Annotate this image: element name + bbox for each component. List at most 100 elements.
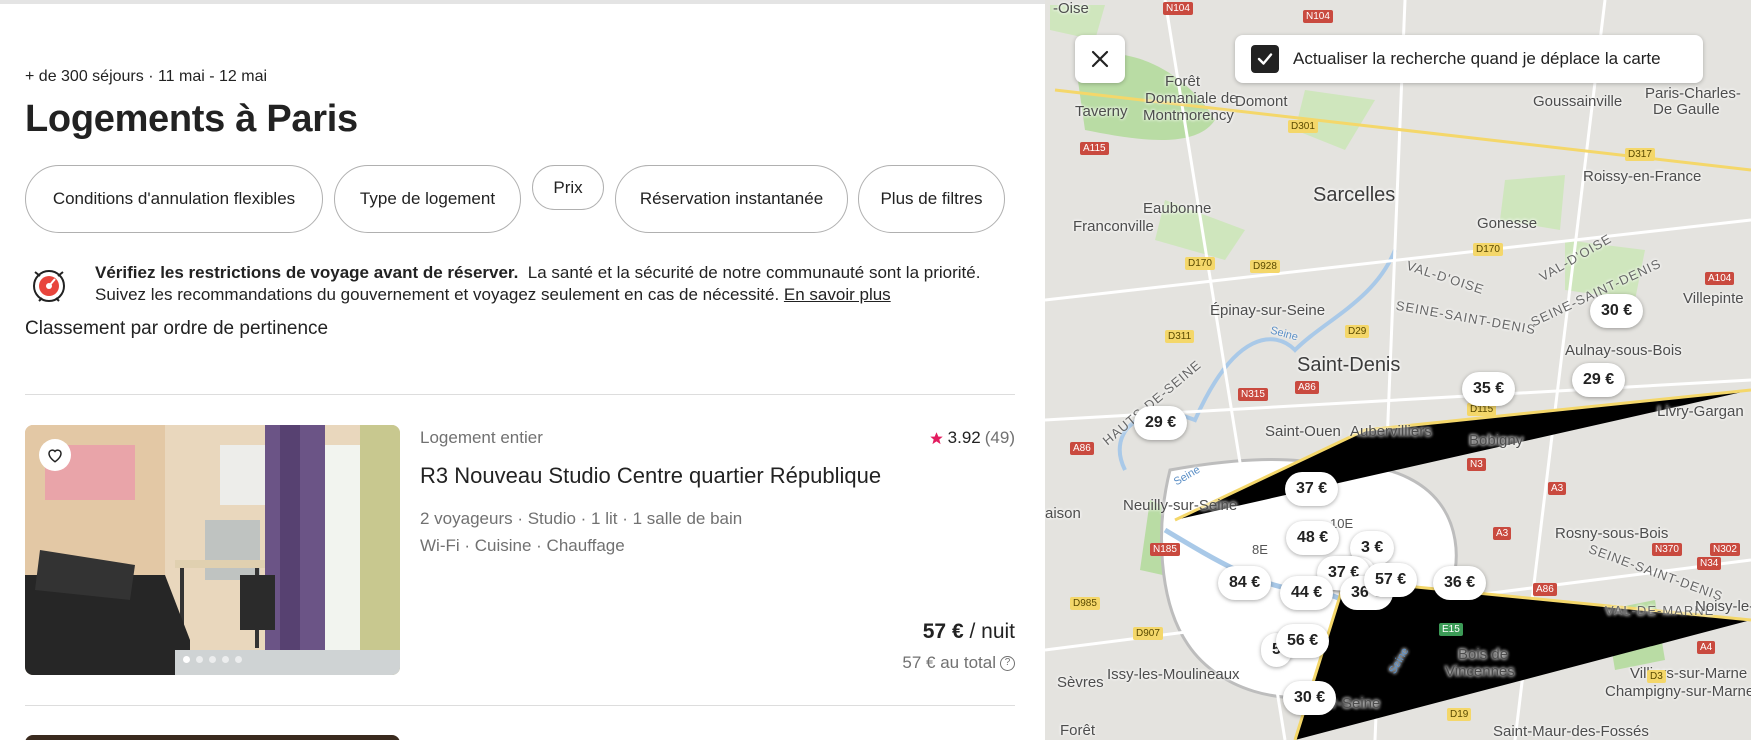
road-label: A3 xyxy=(1548,482,1567,495)
map-price-pin[interactable]: 30 € xyxy=(1283,681,1337,715)
filter-cancellation-button[interactable]: Conditions d'annulation flexibles xyxy=(25,165,323,233)
road-label: D907 xyxy=(1133,627,1163,640)
results-panel: + de 300 séjours · 11 mai - 12 mai Logem… xyxy=(0,0,1045,740)
learn-more-link[interactable]: En savoir plus xyxy=(784,285,891,304)
map-label: Saint-Maur-des-Fossés xyxy=(1493,723,1649,740)
map-price-pin[interactable]: 44 € xyxy=(1280,576,1334,610)
map-price-pin[interactable]: 36 € xyxy=(1433,566,1487,600)
photo-dot[interactable] xyxy=(209,656,216,663)
map-price-pin[interactable]: 56 € xyxy=(1276,624,1330,658)
road-label: N3 xyxy=(1467,458,1486,471)
map-label: Villepinte xyxy=(1683,290,1744,307)
map-label: 8E xyxy=(1252,542,1268,557)
map-price-pin[interactable]: 84 € xyxy=(1218,566,1272,600)
review-count: (49) xyxy=(984,428,1015,447)
map-label: Eaubonne xyxy=(1143,200,1212,217)
photo-pagination xyxy=(25,656,400,663)
map-label: Livry-Gargan xyxy=(1657,403,1744,420)
results-summary: + de 300 séjours · 11 mai - 12 mai xyxy=(25,68,268,85)
map-price-pin[interactable]: 37 € xyxy=(1285,472,1339,506)
search-on-move-checkbox[interactable] xyxy=(1251,45,1279,73)
listing-title[interactable]: R3 Nouveau Studio Centre quartier Républ… xyxy=(420,463,881,489)
road-label: N302 xyxy=(1710,543,1740,556)
filter-instant-button[interactable]: Réservation instantanée xyxy=(615,165,848,233)
photo-dot[interactable] xyxy=(222,656,229,663)
page-title: Logements à Paris xyxy=(25,98,358,140)
road-label: D3 xyxy=(1647,670,1666,683)
listing-photo[interactable] xyxy=(25,425,400,675)
map-label: Domont xyxy=(1235,93,1288,110)
photo-dot[interactable] xyxy=(183,656,190,663)
road-label: E15 xyxy=(1439,623,1463,636)
road-label: D928 xyxy=(1250,260,1280,273)
close-map-button[interactable] xyxy=(1075,35,1125,83)
map-label: Taverny xyxy=(1075,103,1128,120)
save-heart-button[interactable] xyxy=(39,439,71,471)
map-label: Paris-Charles- xyxy=(1645,85,1741,102)
filter-type-button[interactable]: Type de logement xyxy=(334,165,521,233)
next-listing-photo[interactable] xyxy=(25,735,400,740)
road-label: N34 xyxy=(1697,557,1722,570)
heart-icon xyxy=(48,449,62,463)
map-label: Bobigny xyxy=(1469,432,1524,449)
sort-label: Classement par ordre de pertinence xyxy=(25,318,329,339)
road-label: A86 xyxy=(1070,442,1094,455)
listing-type: Logement entier xyxy=(420,428,543,447)
photo-dot[interactable] xyxy=(196,656,203,663)
map-label: Aulnay-sous-Bois xyxy=(1565,342,1682,359)
map-price-pin[interactable]: 57 € xyxy=(1364,563,1418,597)
listing-amenities: Wi-Fi · Cuisine · Chauffage xyxy=(420,536,625,555)
map-label: Saint-Ouen xyxy=(1265,423,1341,440)
listing-photo-image xyxy=(25,425,400,675)
map-label: Domaniale de xyxy=(1145,90,1238,107)
road-label: N104 xyxy=(1303,10,1333,23)
listing-specs: 2 voyageurs · Studio · 1 lit · 1 salle d… xyxy=(420,509,743,528)
road-label: N104 xyxy=(1163,2,1193,15)
map-panel[interactable]: -Oise Forêt Domaniale de Domont Montmore… xyxy=(1045,0,1751,740)
map-label: Franconville xyxy=(1073,218,1154,235)
divider xyxy=(25,705,1015,706)
road-label: A4 xyxy=(1697,641,1716,654)
search-on-move-label: Actualiser la recherche quand je déplace… xyxy=(1293,49,1661,68)
map-label: Gonesse xyxy=(1477,215,1538,232)
listing-price: 57 € / nuit xyxy=(923,620,1015,644)
map-label: Aubervilliers xyxy=(1350,423,1432,440)
map-price-pin[interactable]: 48 € xyxy=(1286,521,1340,555)
road-label: A86 xyxy=(1295,381,1319,394)
road-label: N370 xyxy=(1652,543,1682,556)
help-icon[interactable]: ? xyxy=(1000,655,1015,671)
close-icon xyxy=(1091,50,1109,68)
road-label: D985 xyxy=(1070,597,1100,610)
checkmark-icon xyxy=(1257,53,1273,65)
map-price-pin[interactable]: 35 € xyxy=(1462,372,1516,406)
filter-more-button[interactable]: Plus de filtres xyxy=(858,165,1005,233)
map-label: Sèvres xyxy=(1057,674,1104,691)
travel-alert-icon xyxy=(33,270,65,302)
map-label: Noisy-le-Gran xyxy=(1695,598,1751,615)
map-label: Neuilly-sur-Seine xyxy=(1123,497,1238,514)
road-label: A3 xyxy=(1493,527,1512,540)
road-label: A104 xyxy=(1705,272,1735,285)
map-label: Rosny-sous-Bois xyxy=(1555,525,1669,542)
map-price-pin[interactable]: 29 € xyxy=(1134,406,1188,440)
road-label: D19 xyxy=(1447,708,1472,721)
map-price-pin[interactable]: 30 € xyxy=(1590,294,1644,328)
map-label: De Gaulle xyxy=(1653,101,1720,118)
map-label: Goussainville xyxy=(1533,93,1623,110)
filter-price-button[interactable]: Prix xyxy=(532,165,604,210)
price-unit: / nuit xyxy=(969,620,1015,643)
total-price: 57 € au total xyxy=(902,653,996,672)
road-label: A115 xyxy=(1080,142,1109,155)
listing-card[interactable]: Logement entier 3.92 (49) R3 Nouveau Stu… xyxy=(25,425,1015,675)
road-label: D311 xyxy=(1165,330,1195,343)
map-price-pin[interactable]: 29 € xyxy=(1572,363,1626,397)
search-on-move-toggle[interactable]: Actualiser la recherche quand je déplace… xyxy=(1235,35,1703,83)
map-label: Montmorency xyxy=(1143,107,1234,124)
map-label: aison xyxy=(1045,505,1081,522)
map-label: Sarcelles xyxy=(1313,184,1396,206)
listing-total: 57 € au total? xyxy=(902,653,1015,673)
photo-dot[interactable] xyxy=(235,656,242,663)
road-label: D301 xyxy=(1288,120,1318,133)
road-label: A86 xyxy=(1533,583,1557,596)
price-value: 57 € xyxy=(922,620,964,643)
